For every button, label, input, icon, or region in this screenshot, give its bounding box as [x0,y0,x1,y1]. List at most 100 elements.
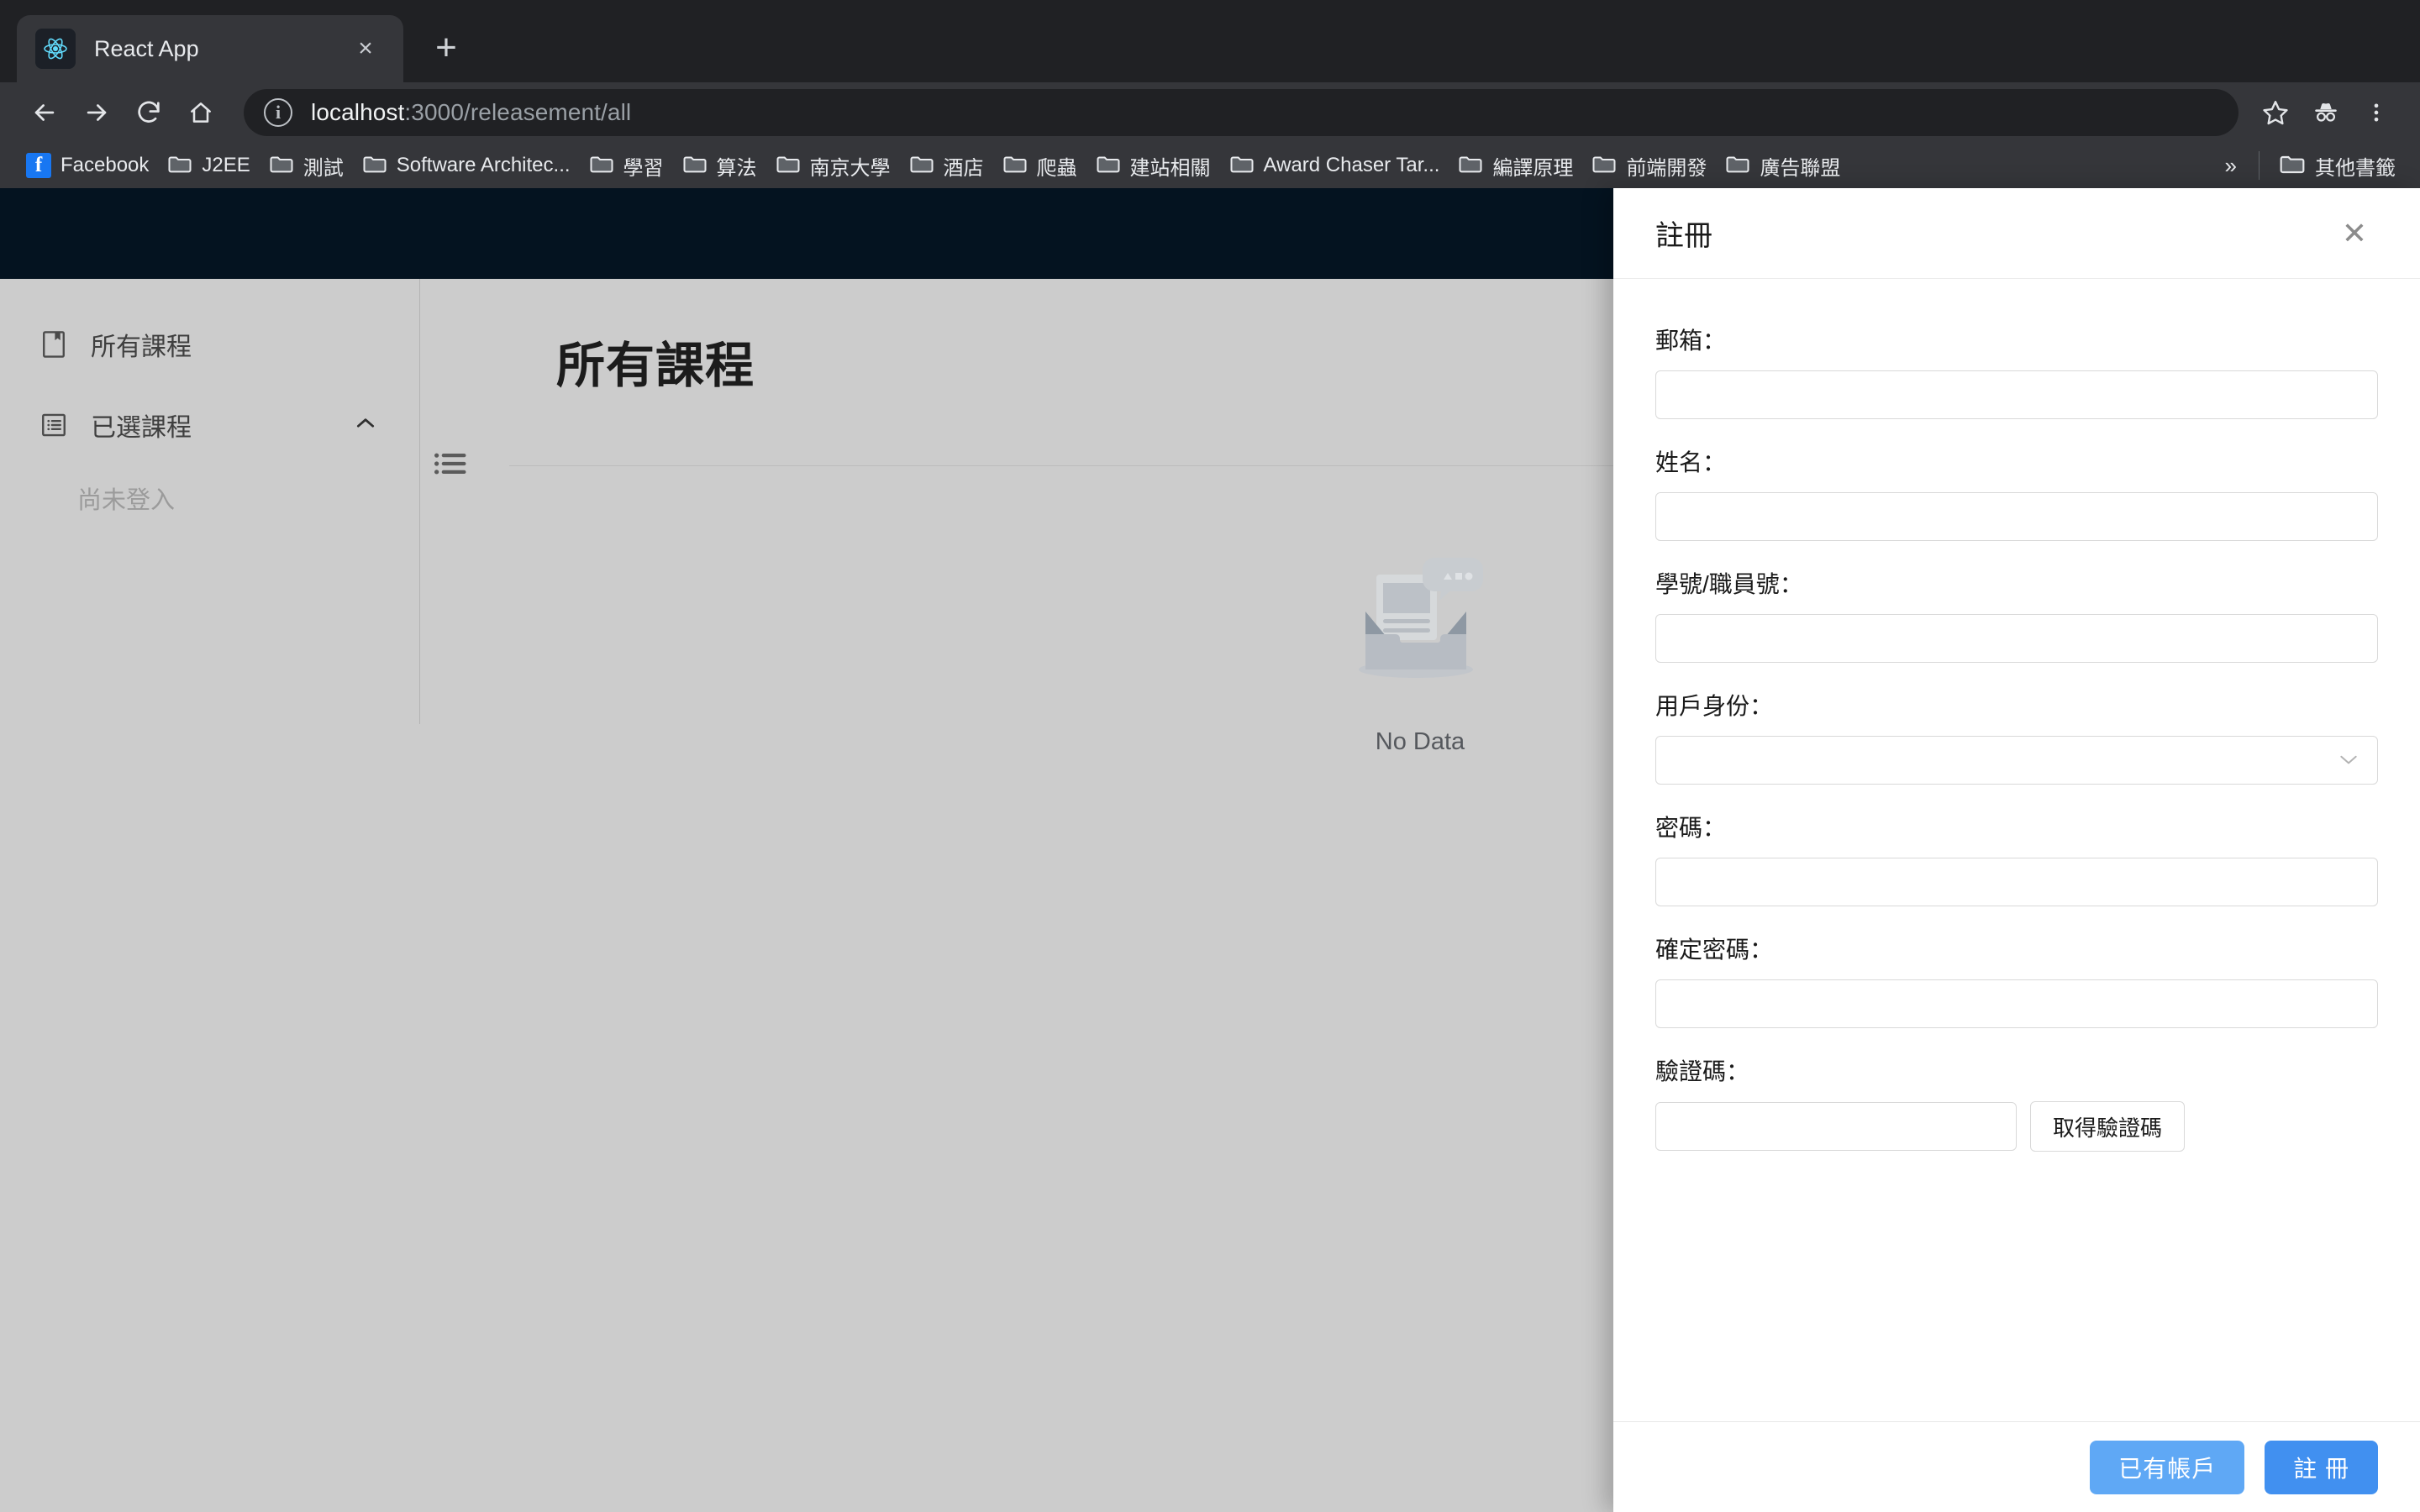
bookmark-item[interactable]: 廣告聯盟 [1716,147,1849,184]
home-icon[interactable] [175,87,227,139]
folder-icon [269,153,294,179]
bookmarks-overflow-icon[interactable]: » [2213,153,2249,179]
folder-icon [1458,153,1483,179]
folder-icon [909,153,934,179]
confirm-password-field[interactable] [1655,979,2378,1028]
bookmark-item[interactable]: 前端開發 [1582,147,1716,184]
bookmark-label: 酒店 [944,151,984,181]
chrome-menu-icon[interactable] [2351,87,2402,138]
bookmark-label: 廣告聯盟 [1760,151,1840,181]
field-label: 驗證碼： [1655,1053,2378,1087]
other-bookmarks-button[interactable]: 其他書籤 [2270,147,2405,184]
folder-icon [1096,153,1121,179]
folder-icon [1229,153,1255,179]
email-field[interactable] [1655,370,2378,419]
field-password: 密碼： [1655,810,2378,906]
name-field[interactable] [1655,492,2378,541]
folder-icon [1725,153,1750,179]
field-label: 學號/職員號： [1655,566,2378,600]
url-text: localhost:3000/releasement/all [311,99,631,126]
bookmarks-bar: f Facebook J2EE 測試 Software Architec... … [0,143,2420,188]
bookmark-label: Facebook [60,154,149,177]
bookmark-label: 學習 [623,151,664,181]
field-label: 姓名： [1655,444,2378,478]
back-icon[interactable] [18,87,71,139]
bookmarks-divider [2259,151,2260,180]
folder-icon [2279,152,2306,180]
forward-icon[interactable] [71,87,123,139]
other-bookmarks-label: 其他書籤 [2315,151,2396,181]
bookmark-item[interactable]: 建站相關 [1086,147,1220,184]
bookmark-star-icon[interactable] [2250,87,2301,138]
bookmark-label: 前端開發 [1626,151,1707,181]
folder-icon [1002,153,1028,179]
bookmark-item[interactable]: 算法 [673,147,766,184]
bookmark-label: 南京大學 [810,151,891,181]
bookmark-label: 建站相關 [1130,151,1211,181]
bookmark-item[interactable]: 編譯原理 [1449,147,1582,184]
tab-title: React App [94,36,346,62]
user-role-select[interactable] [1655,736,2378,785]
empty-inbox-icon [1340,548,1500,703]
list-icon[interactable] [432,449,479,483]
address-bar[interactable]: i localhost:3000/releasement/all [244,89,2238,136]
folder-icon [362,153,387,179]
folder-icon [167,153,192,179]
facebook-icon: f [26,153,51,178]
bookmark-label: 爬蟲 [1037,151,1077,181]
reload-icon[interactable] [123,87,175,139]
browser-tab[interactable]: React App × [17,15,403,82]
incognito-icon[interactable] [2301,87,2351,138]
url-host: localhost [311,99,404,125]
student-id-field[interactable] [1655,614,2378,663]
new-tab-button[interactable]: + [418,20,474,76]
folder-icon [776,153,801,179]
drawer-body: 郵箱： 姓名： 學號/職員號： 用戶身份： [1613,279,2420,1421]
user-role-select-wrap[interactable] [1655,736,2378,785]
sidebar-item-all-courses[interactable]: 所有課程 [0,304,420,385]
bookmark-item[interactable]: 爬蟲 [993,147,1086,184]
close-icon[interactable]: × [346,29,385,68]
register-drawer: 註冊 ✕ 郵箱： 姓名： 學號/職員號： 用戶身份： [1613,188,2420,1512]
drawer-footer: 已有帳戶 註 冊 [1613,1421,2420,1512]
sidebar-item-selected-courses[interactable]: 已選課程 [0,385,420,465]
bookmark-label: 算法 [717,151,757,181]
list-box-icon [39,410,69,440]
site-info-icon[interactable]: i [264,98,292,127]
field-user-role: 用戶身份： [1655,688,2378,785]
bookmark-label: J2EE [202,154,250,177]
react-logo-icon [35,29,76,69]
folder-icon [1591,153,1617,179]
bookmark-item[interactable]: Software Architec... [353,147,580,184]
bookmark-item[interactable]: 酒店 [900,147,993,184]
bookmark-item[interactable]: 測試 [260,147,353,184]
browser-toolbar: i localhost:3000/releasement/all [0,82,2420,143]
field-label: 郵箱： [1655,323,2378,356]
drawer-header: 註冊 ✕ [1613,188,2420,279]
bookmark-label: 編譯原理 [1492,151,1573,181]
field-label: 密碼： [1655,810,2378,843]
field-email: 郵箱： [1655,323,2378,419]
field-name: 姓名： [1655,444,2378,541]
bookmark-item[interactable]: Award Chaser Tar... [1220,147,1449,184]
bookmark-label: Award Chaser Tar... [1264,154,1440,177]
tab-strip: React App × + [0,0,2420,82]
captcha-input[interactable] [1655,1102,2017,1151]
empty-state-label: No Data [1376,728,1465,756]
drawer-title: 註冊 [1655,213,2334,254]
bookmark-item[interactable]: 學習 [580,147,673,184]
field-student-id: 學號/職員號： [1655,566,2378,663]
book-icon [39,329,69,360]
get-captcha-button[interactable]: 取得驗證碼 [2030,1101,2185,1152]
bookmark-item[interactable]: 南京大學 [766,147,900,184]
register-submit-button[interactable]: 註 冊 [2265,1441,2378,1494]
sidebar: 所有課程 已選課程 尚未登入 [0,279,420,1512]
password-field[interactable] [1655,858,2378,906]
bookmark-item[interactable]: f Facebook [17,147,158,184]
browser-chrome: React App × + i localhost:3000/releaseme… [0,0,2420,188]
close-icon[interactable]: ✕ [2334,213,2375,254]
bookmark-item[interactable]: J2EE [158,147,259,184]
already-have-account-button[interactable]: 已有帳戶 [2090,1441,2244,1494]
chevron-up-icon[interactable] [355,413,376,437]
page-viewport: 所有課程 已選課程 尚未登入 所有課程 [0,188,2420,1512]
